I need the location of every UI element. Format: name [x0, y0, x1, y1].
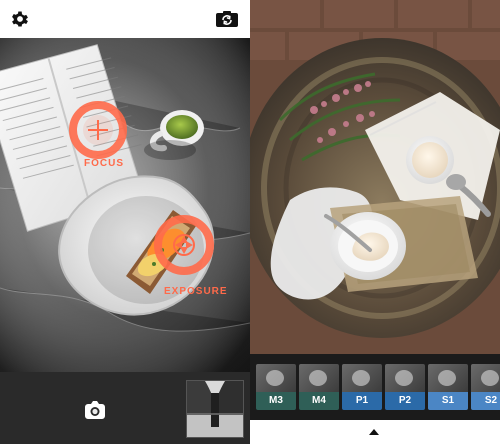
last-photo-image [187, 381, 243, 437]
filter-preview-image [428, 364, 468, 392]
filter-p1[interactable]: P1 [342, 364, 382, 410]
last-photo-thumbnail[interactable] [186, 380, 244, 438]
filters-strip: M3 M4 P1 P2 S1 S2 [250, 354, 500, 420]
filter-preview-image [385, 364, 425, 392]
camera-screen: FOCUS EXPOSURE [0, 0, 250, 444]
switch-camera-icon[interactable] [215, 10, 239, 28]
filter-label: S1 [428, 392, 468, 410]
filter-m4[interactable]: M4 [299, 364, 339, 410]
filter-s2[interactable]: S2 [471, 364, 500, 410]
edit-photo-preview[interactable] [250, 0, 500, 354]
filter-label: P2 [385, 392, 425, 410]
filter-preview-image [299, 364, 339, 392]
filter-label: M3 [256, 392, 296, 410]
filter-label: P1 [342, 392, 382, 410]
exposure-label: EXPOSURE [164, 286, 228, 297]
filter-label: M4 [299, 392, 339, 410]
focus-label: FOCUS [84, 158, 124, 169]
camera-viewfinder[interactable] [0, 38, 250, 372]
filter-p2[interactable]: P2 [385, 364, 425, 410]
gear-icon[interactable] [10, 9, 30, 29]
filter-m3[interactable]: M3 [256, 364, 296, 410]
filter-preview-image [471, 364, 500, 392]
viewfinder-scene [0, 38, 250, 372]
filter-s1[interactable]: S1 [428, 364, 468, 410]
filter-preview-image [342, 364, 382, 392]
camera-top-bar [0, 0, 250, 38]
caret-up-icon[interactable] [369, 429, 379, 435]
camera-icon[interactable] [82, 399, 108, 419]
filter-label: S2 [471, 392, 500, 410]
edit-photo-scene [250, 0, 500, 354]
filter-preview-image [256, 364, 296, 392]
app-root: FOCUS EXPOSURE M3 M4 P1 P2 S1 S2 [0, 0, 500, 444]
edit-screen: M3 M4 P1 P2 S1 S2 [250, 0, 500, 444]
